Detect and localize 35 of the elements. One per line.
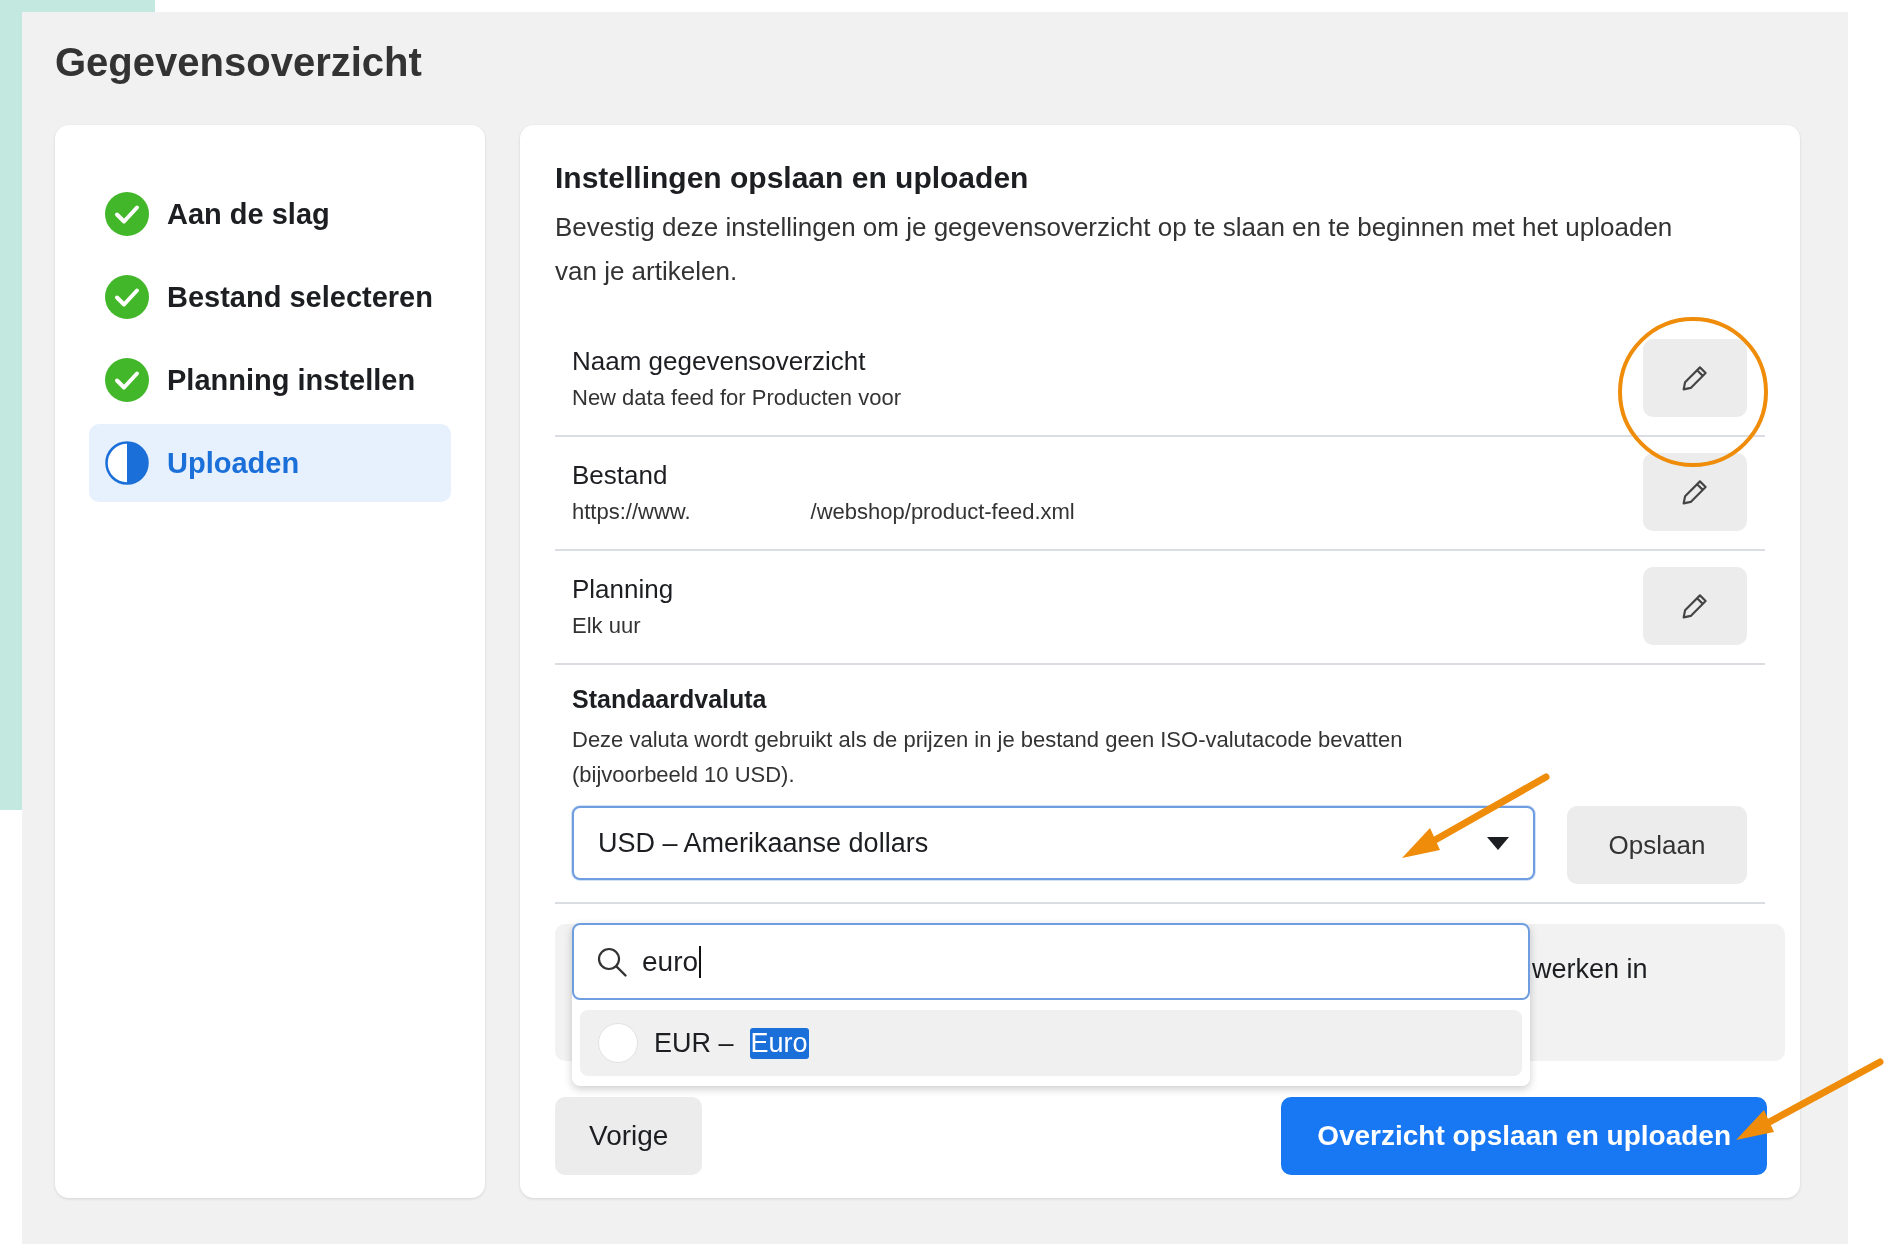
half-circle-icon (105, 441, 149, 485)
option-text: EUR – (654, 1027, 734, 1059)
save-upload-button[interactable]: Overzicht opslaan en uploaden (1281, 1097, 1767, 1175)
highlighted-match: Euro (749, 1027, 809, 1059)
currency-dropdown[interactable]: USD – Amerikaanse dollars (572, 806, 1535, 880)
setting-value: New data feed for Producten voor (572, 384, 901, 411)
check-circle-icon (105, 358, 149, 402)
setting-label: Naam gegevensoverzicht (572, 345, 867, 377)
setting-value: Elk uur (572, 612, 641, 639)
edit-button[interactable] (1643, 567, 1747, 645)
edit-button[interactable] (1643, 453, 1747, 531)
setting-value: https://www. (572, 498, 691, 525)
card-heading: Instellingen opslaan en uploaden (555, 161, 1030, 195)
check-circle-icon (105, 275, 149, 319)
radio-button[interactable] (598, 1023, 638, 1063)
step-item[interactable]: Uploaden (89, 424, 451, 502)
page-title: Gegevensoverzicht (55, 40, 423, 85)
search-icon (596, 945, 628, 978)
section-label: Standaardvaluta (572, 685, 768, 714)
notice-text: werken in (1532, 954, 1648, 985)
check-circle-icon (105, 192, 149, 236)
edit-button[interactable] (1643, 339, 1747, 417)
setting-label: Planning (572, 573, 674, 605)
dropdown-option[interactable]: EUR – Euro (580, 1010, 1522, 1076)
setting-value: /webshop/product-feed.xml (810, 498, 1075, 525)
search-field[interactable]: euro (572, 923, 1530, 1000)
step-item[interactable]: Planning instellen (89, 341, 451, 419)
step-item[interactable]: Aan de slag (89, 175, 451, 253)
caret-icon (1487, 836, 1509, 850)
save-button[interactable]: Opslaan (1567, 806, 1747, 884)
card-description: Bevestig deze instellingen om je gegevensoverzicht op te slaan en te beginnen met het uploaden van je artikelen. (555, 211, 1674, 288)
setting-label: Bestand (572, 459, 669, 491)
back-button[interactable]: Vorige (555, 1097, 703, 1175)
step-item[interactable]: Bestand selecteren (89, 258, 451, 336)
section-description: Deze valuta wordt gebruikt als de prijzen in je bestand geen ISO-valutacode bevatten (bijvoorbeeld 10 USD). (572, 726, 1404, 789)
